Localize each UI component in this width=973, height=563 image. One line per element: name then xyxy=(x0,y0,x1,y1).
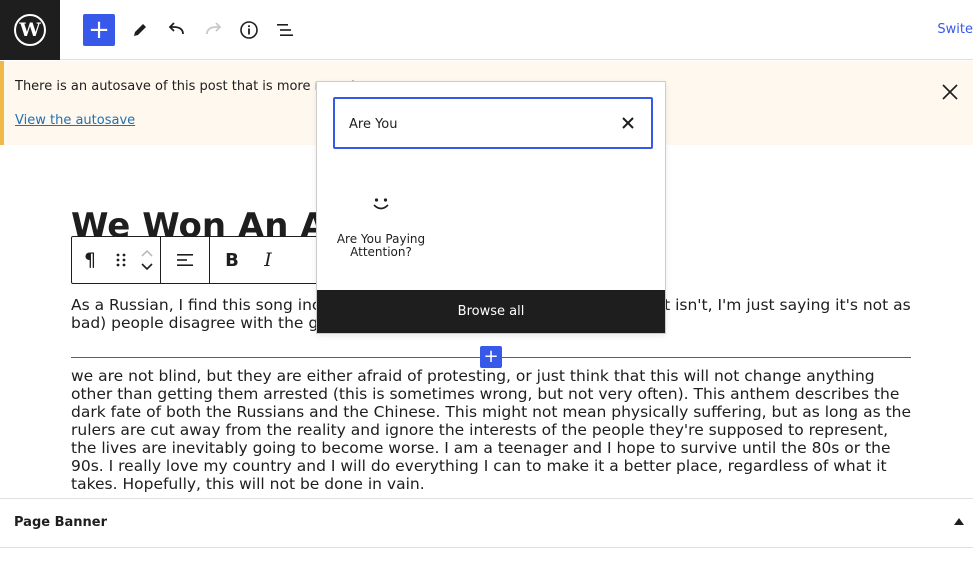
close-icon[interactable] xyxy=(939,81,961,103)
align-button[interactable] xyxy=(167,237,203,283)
format-group: B I xyxy=(210,237,286,283)
smiley-icon xyxy=(373,198,389,210)
block-switcher-group: ¶ xyxy=(72,237,161,283)
wordpress-icon: W xyxy=(14,14,46,46)
wordpress-logo-button[interactable]: W xyxy=(0,0,60,60)
paragraph-icon: ¶ xyxy=(83,249,97,271)
caret-up-icon[interactable] xyxy=(954,518,964,525)
redo-icon xyxy=(206,22,222,35)
chevron-up-icon[interactable] xyxy=(140,248,154,258)
search-box xyxy=(333,97,653,149)
switch-link[interactable]: Swite xyxy=(937,22,973,37)
page-banner-panel[interactable]: Page Banner xyxy=(0,498,973,548)
tools-button[interactable] xyxy=(124,14,156,46)
block-toolbar: ¶ B I xyxy=(71,236,329,284)
add-block-button[interactable]: + xyxy=(83,14,115,46)
notice-text: There is an autosave of this post that i… xyxy=(15,79,357,94)
bold-button[interactable]: B xyxy=(214,237,250,283)
paragraph-block[interactable]: we are not blind, but they are either af… xyxy=(71,367,911,493)
align-left-icon xyxy=(177,254,193,266)
chevron-down-icon[interactable] xyxy=(140,262,154,272)
alignment-group xyxy=(161,237,210,283)
drag-icon xyxy=(116,253,126,267)
list-view-button[interactable] xyxy=(269,14,301,46)
insert-block-button[interactable]: + xyxy=(480,346,502,368)
list-view-icon xyxy=(277,24,293,36)
block-mover xyxy=(134,237,160,283)
block-result-item[interactable]: Are You Paying Attention? xyxy=(333,190,429,270)
plus-icon: + xyxy=(88,15,110,45)
panel-title: Page Banner xyxy=(14,515,108,530)
details-button[interactable] xyxy=(233,14,265,46)
drag-handle[interactable] xyxy=(108,237,134,283)
block-type-button[interactable]: ¶ xyxy=(72,237,108,283)
pencil-icon xyxy=(134,24,146,36)
close-icon[interactable] xyxy=(619,114,637,132)
block-search-input[interactable] xyxy=(349,113,599,135)
editor-top-toolbar: W + Swite xyxy=(0,0,973,60)
browse-all-button[interactable]: Browse all xyxy=(317,290,665,333)
undo-button[interactable] xyxy=(161,14,193,46)
undo-icon xyxy=(168,22,184,35)
view-autosave-link[interactable]: View the autosave xyxy=(15,113,135,128)
info-icon xyxy=(240,21,258,39)
quick-inserter-popover: Are You Paying Attention? Browse all xyxy=(316,81,666,334)
block-result-label: Are You Paying Attention? xyxy=(336,232,426,259)
redo-button[interactable] xyxy=(197,14,229,46)
plus-icon: + xyxy=(483,346,499,367)
italic-button[interactable]: I xyxy=(250,237,286,283)
